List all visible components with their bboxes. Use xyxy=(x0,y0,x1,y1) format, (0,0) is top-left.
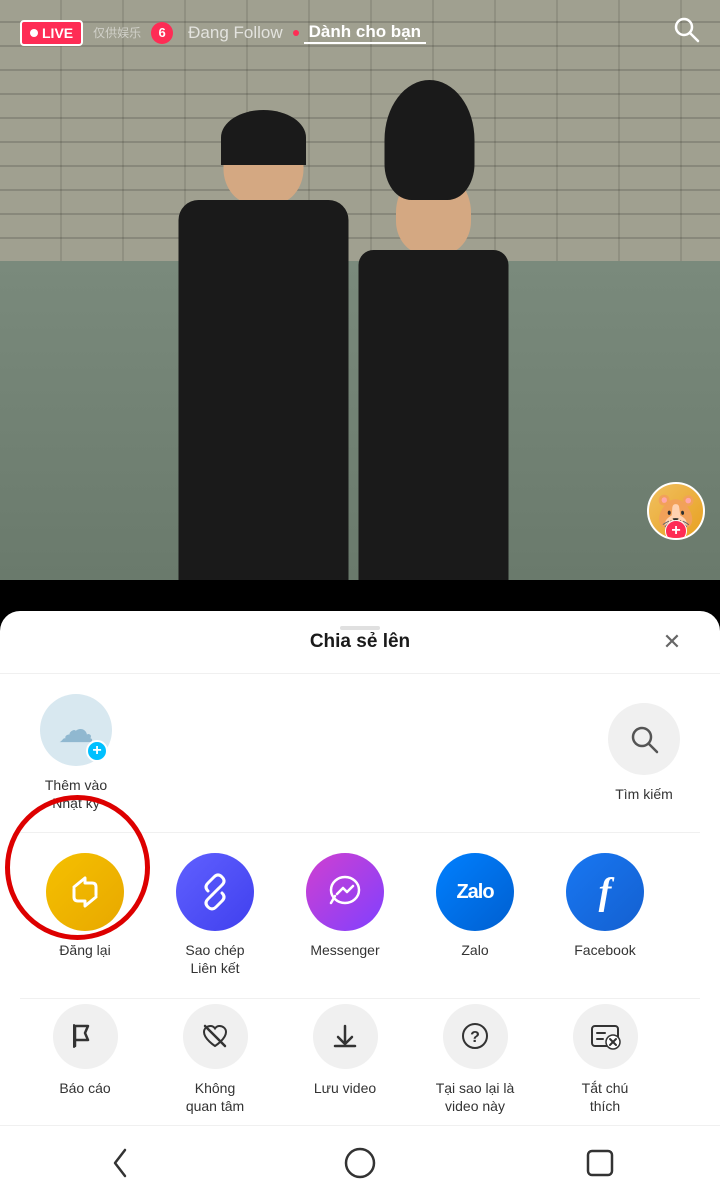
action-item-not-interested[interactable]: Khôngquan tâm xyxy=(150,1004,280,1115)
notification-count[interactable]: 6 xyxy=(151,22,173,44)
female-hair xyxy=(384,80,474,200)
zalo-text: Zalo xyxy=(456,881,493,904)
home-button[interactable] xyxy=(330,1143,390,1183)
diary-plus-badge: + xyxy=(86,740,108,762)
app-item-zalo[interactable]: Zalo Zalo xyxy=(410,853,540,959)
why-this-label: Tại sao lại làvideo này xyxy=(436,1079,515,1115)
search-share-icon xyxy=(608,703,680,775)
male-hair xyxy=(221,110,306,165)
share-item-search[interactable]: Tìm kiếm xyxy=(608,703,680,803)
recents-button[interactable] xyxy=(570,1143,630,1183)
repost-icon xyxy=(46,853,124,931)
sheet-header: Chia sẻ lên ✕ xyxy=(0,611,720,674)
save-video-label: Lưu video xyxy=(314,1079,376,1097)
zalo-label: Zalo xyxy=(461,941,488,959)
male-body xyxy=(179,200,349,580)
share-top-row: ☁ + Thêm vàoNhật ký Tìm kiếm xyxy=(0,674,720,832)
back-button[interactable] xyxy=(90,1143,150,1183)
report-label: Báo cáo xyxy=(59,1079,110,1097)
follow-plus-button[interactable]: + xyxy=(665,520,687,540)
messenger-label: Messenger xyxy=(310,941,379,959)
top-nav: LIVE 仅供娱乐 6 Đang Follow Dành cho bạn xyxy=(0,0,720,65)
watermark-text: 仅供娱乐 xyxy=(93,24,141,41)
app-item-messenger[interactable]: Messenger xyxy=(280,853,410,959)
turn-off-captions-icon xyxy=(573,1004,638,1069)
live-indicator-dot xyxy=(293,30,299,36)
live-label: LIVE xyxy=(42,25,73,41)
facebook-label: Facebook xyxy=(574,941,635,959)
search-icon[interactable] xyxy=(672,15,700,50)
nav-tabs: Đang Follow Dành cho bạn xyxy=(183,22,662,44)
report-icon xyxy=(53,1004,118,1069)
search-label: Tìm kiếm xyxy=(615,785,673,803)
repost-label: Đăng lại xyxy=(59,941,110,959)
bottom-actions-row: Báo cáo Khôngquan tâm Lưu video xyxy=(0,999,720,1120)
people-silhouettes xyxy=(179,200,509,580)
male-head xyxy=(224,115,304,205)
share-apps-row: Đăng lại Sao chépLiên kết xyxy=(0,833,720,997)
video-area: LIVE 仅供娱乐 6 Đang Follow Dành cho bạn 🐹 + xyxy=(0,0,720,580)
action-item-why-this[interactable]: ? Tại sao lại làvideo này xyxy=(410,1004,540,1115)
share-item-add-diary[interactable]: ☁ + Thêm vàoNhật ký xyxy=(40,694,112,812)
action-item-report[interactable]: Báo cáo xyxy=(20,1004,150,1097)
avatar[interactable]: 🐹 + xyxy=(647,482,705,540)
add-diary-label: Thêm vàoNhật ký xyxy=(45,776,107,812)
why-this-icon: ? xyxy=(443,1004,508,1069)
save-video-icon xyxy=(313,1004,378,1069)
copy-link-label: Sao chépLiên kết xyxy=(185,941,244,977)
app-item-copy-link[interactable]: Sao chépLiên kết xyxy=(150,853,280,977)
add-diary-icon: ☁ + xyxy=(40,694,112,766)
messenger-icon xyxy=(306,853,384,931)
copy-link-icon xyxy=(176,853,254,931)
sheet-title: Chia sẻ lên xyxy=(310,631,410,653)
app-item-facebook[interactable]: f Facebook xyxy=(540,853,670,959)
female-head xyxy=(396,170,471,255)
sheet-close-button[interactable]: ✕ xyxy=(654,624,690,660)
notification-badge[interactable]: 6 xyxy=(151,22,173,44)
share-sheet: Chia sẻ lên ✕ ☁ + Thêm vàoNhật ký Tìm ki… xyxy=(0,611,720,1200)
tab-foryou[interactable]: Dành cho bạn xyxy=(304,22,426,44)
zalo-icon: Zalo xyxy=(436,853,514,931)
person-female xyxy=(359,250,509,580)
right-actions: 🐹 + xyxy=(647,482,705,540)
svg-text:?: ? xyxy=(470,1029,480,1046)
action-item-save-video[interactable]: Lưu video xyxy=(280,1004,410,1097)
app-item-repost[interactable]: Đăng lại xyxy=(20,853,150,959)
action-item-turn-off-captions[interactable]: Tắt chúthích xyxy=(540,1004,670,1115)
turn-off-captions-label: Tắt chúthích xyxy=(582,1079,629,1115)
tab-following[interactable]: Đang Follow xyxy=(183,23,288,43)
live-badge: LIVE xyxy=(20,20,83,46)
not-interested-icon xyxy=(183,1004,248,1069)
female-body xyxy=(359,250,509,580)
live-dot-icon xyxy=(30,29,38,37)
person-male xyxy=(179,200,349,580)
bottom-nav xyxy=(0,1125,720,1200)
not-interested-label: Khôngquan tâm xyxy=(186,1079,244,1115)
facebook-icon: f xyxy=(566,853,644,931)
